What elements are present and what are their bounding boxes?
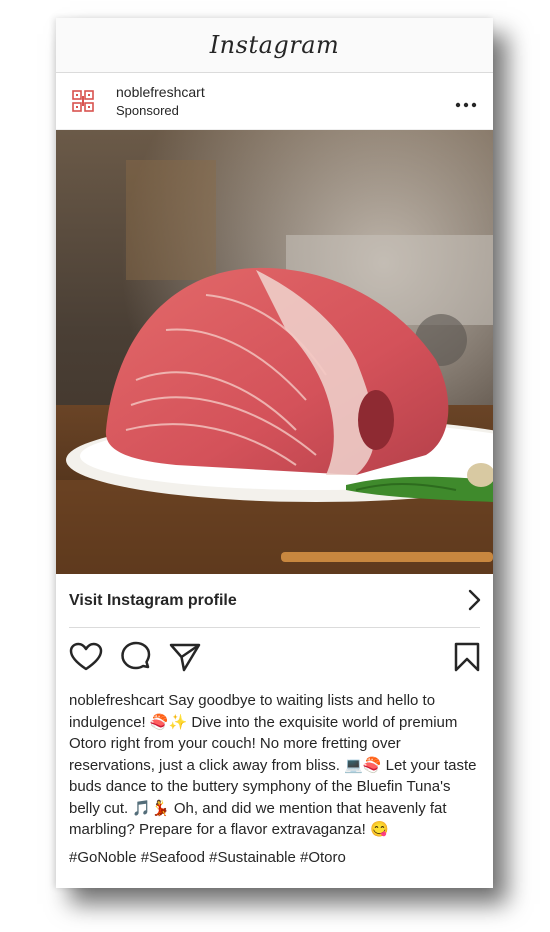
app-wordmark[interactable]: Instagram bbox=[210, 31, 340, 59]
caption-text: Say goodbye to waiting lists and hello t… bbox=[69, 692, 477, 838]
action-bar bbox=[56, 628, 493, 686]
post-header: noblefreshcart Sponsored bbox=[56, 73, 493, 130]
post-image[interactable] bbox=[56, 130, 493, 574]
heart-icon[interactable] bbox=[69, 642, 103, 672]
comment-icon[interactable] bbox=[120, 641, 152, 673]
visit-profile-row[interactable]: Visit Instagram profile bbox=[56, 574, 493, 627]
top-bar: Instagram bbox=[56, 18, 493, 73]
avatar[interactable] bbox=[70, 88, 96, 114]
visit-profile-label: Visit Instagram profile bbox=[69, 591, 237, 609]
ellipsis-icon[interactable] bbox=[455, 90, 477, 112]
caption-username[interactable]: noblefreshcart bbox=[69, 692, 164, 709]
chevron-right-icon bbox=[467, 589, 481, 616]
bookmark-icon[interactable] bbox=[454, 642, 480, 677]
user-block: noblefreshcart Sponsored bbox=[116, 84, 205, 118]
share-icon[interactable] bbox=[169, 642, 201, 672]
brand-logo-icon bbox=[72, 90, 94, 112]
post-caption: noblefreshcart Say goodbye to waiting li… bbox=[56, 686, 493, 841]
post-username[interactable]: noblefreshcart bbox=[116, 84, 205, 100]
instagram-post-frame: Instagram noblefreshcart Sponsored Visit… bbox=[56, 18, 493, 888]
hashtags[interactable]: #GoNoble #Seafood #Sustainable #Otoro bbox=[56, 841, 493, 866]
sponsored-label: Sponsored bbox=[116, 103, 179, 118]
